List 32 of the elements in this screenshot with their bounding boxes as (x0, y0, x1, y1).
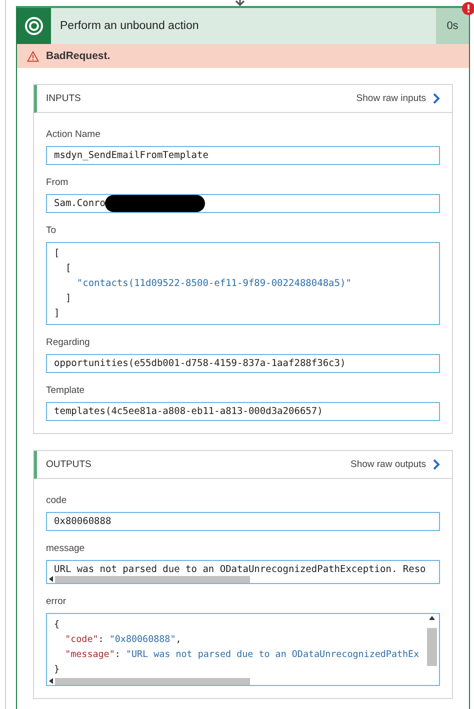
scrollbar-thumb[interactable] (427, 628, 437, 666)
field-label: Action Name (46, 129, 102, 140)
scroll-up-icon[interactable] (429, 616, 435, 620)
input-field[interactable]: 0x80060888 (46, 512, 440, 531)
field-label: message (46, 543, 86, 554)
field-label: error (46, 596, 68, 607)
field-label: code (46, 495, 68, 506)
code-field[interactable]: [ [ "contacts(11d09522-8500-ef11-9f89-0022488048a5)" ] ] (46, 242, 440, 325)
input-field[interactable]: opportunities(e55db001-d758-4159-837a-1aaf288f36c3) (46, 354, 440, 373)
field-label: To (46, 225, 58, 236)
show-raw-link[interactable]: Show raw outputs (350, 459, 440, 470)
input-field[interactable]: URL was not parsed due to an ODataUnrecognizedPathException. Reso (46, 560, 440, 584)
chevron-right-icon (433, 459, 440, 470)
field-label: From (46, 177, 70, 188)
show-raw-link[interactable]: Show raw inputs (356, 93, 440, 104)
input-field[interactable]: templates(4c5ee81a-a808-eb11-a813-000d3a206657) (46, 402, 440, 421)
scrollbar-thumb[interactable] (55, 678, 250, 684)
scroll-left-icon[interactable] (49, 576, 53, 582)
input-field[interactable]: msdyn_SendEmailFromTemplate (46, 146, 440, 165)
field-label: Template (46, 385, 86, 396)
code-field[interactable]: { "code": "0x80060888", "message": "URL was not parsed due to an ODataUnrecognizedPathEx } (46, 613, 440, 686)
field-label: Regarding (46, 337, 91, 348)
scrollbar-thumb[interactable] (55, 576, 250, 582)
error-message: BadRequest. (46, 50, 110, 62)
warning-icon (27, 50, 39, 62)
section-title: INPUTS (46, 93, 81, 104)
section-title: OUTPUTS (46, 459, 92, 470)
duration-label: 0s (436, 8, 469, 44)
chevron-right-icon (433, 93, 440, 104)
scroll-left-icon[interactable] (49, 678, 53, 684)
action-title: Perform an unbound action (60, 20, 199, 32)
input-field[interactable]: Sam.Conro (46, 194, 440, 213)
